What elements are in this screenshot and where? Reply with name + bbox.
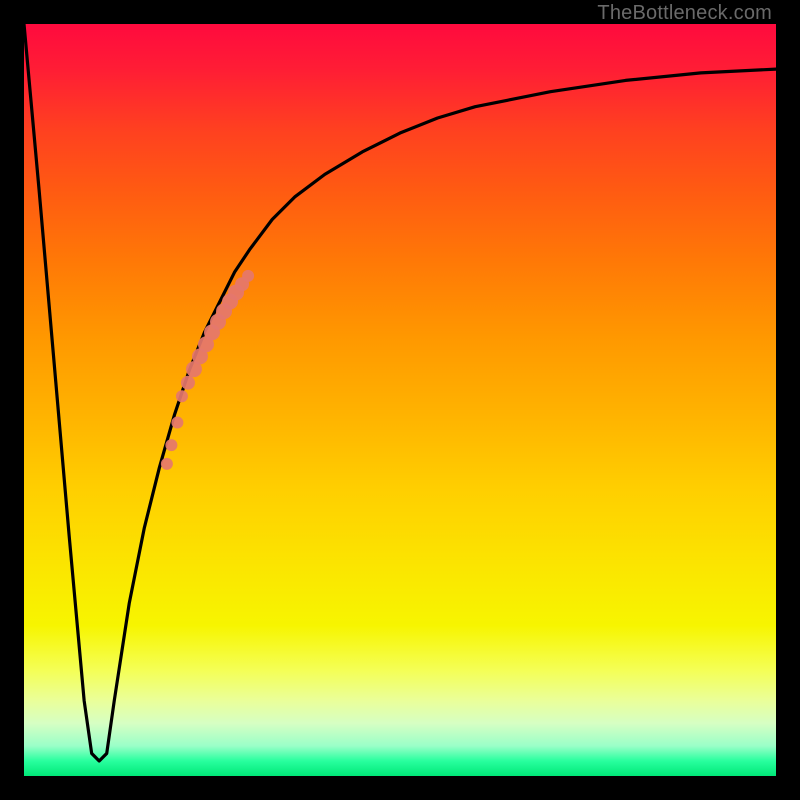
plot-area	[24, 24, 776, 776]
highlight-marker	[171, 417, 183, 429]
curve-layer	[24, 24, 776, 761]
chart-frame: TheBottleneck.com	[0, 0, 800, 800]
highlight-marker	[176, 390, 188, 402]
attribution-text: TheBottleneck.com	[597, 2, 772, 25]
bottleneck-curve	[24, 24, 776, 761]
highlight-marker	[242, 270, 254, 282]
highlight-marker	[165, 439, 177, 451]
marker-layer	[161, 270, 254, 470]
highlight-marker	[181, 376, 195, 390]
highlight-marker	[161, 458, 173, 470]
chart-svg	[24, 24, 776, 776]
